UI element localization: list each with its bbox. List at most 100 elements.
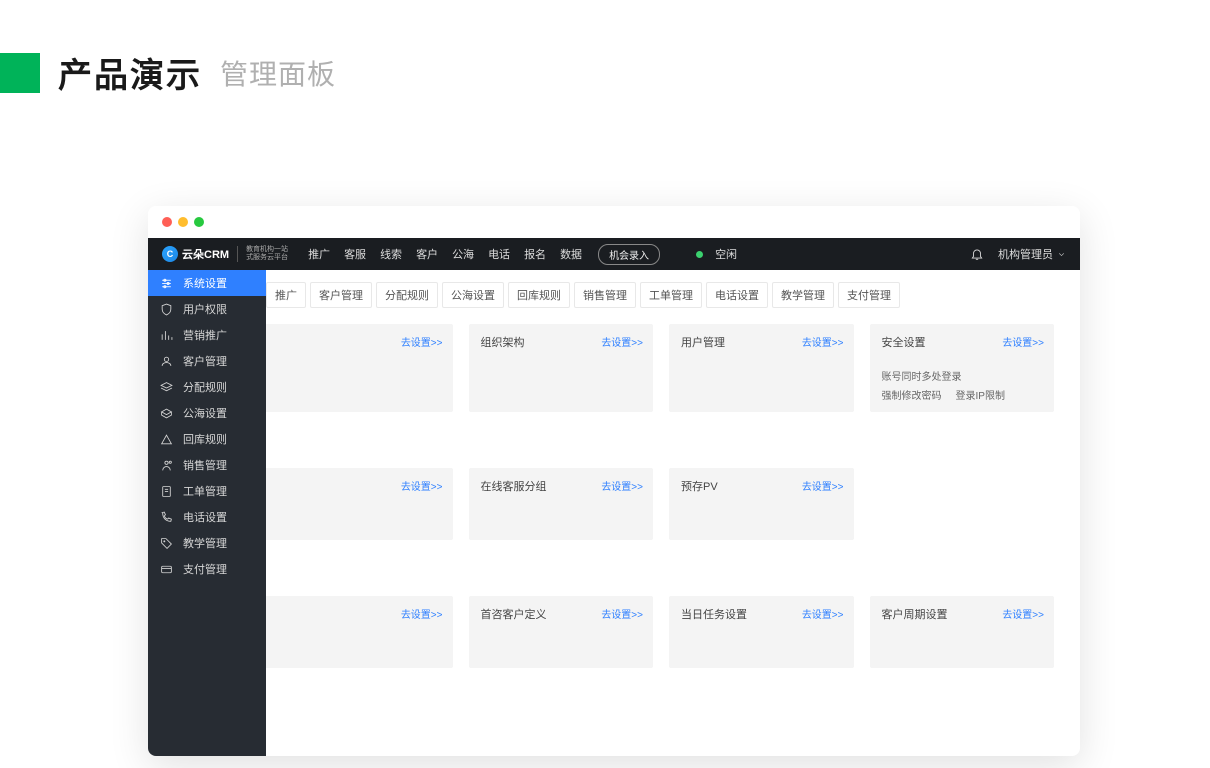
topnav-right: 机构管理员 — [970, 246, 1066, 262]
layers-icon — [160, 381, 173, 394]
sidebar-item-return-rules[interactable]: 回库规则 — [148, 426, 266, 452]
tab-ticket-mgmt[interactable]: 工单管理 — [640, 282, 702, 308]
nav-link-promote[interactable]: 推广 — [308, 246, 330, 262]
chart-icon — [160, 329, 173, 342]
go-settings-link[interactable]: 去设置>> — [802, 606, 844, 621]
go-settings-link[interactable]: 去设置>> — [401, 334, 443, 349]
nav-link-customers[interactable]: 客户 — [416, 246, 438, 262]
card-sub-row: 强制修改密码 登录IP限制 — [882, 387, 1043, 402]
sidebar-item-label: 公海设置 — [183, 405, 227, 421]
settings-card-online-group[interactable]: 在线客服分组 去设置>> — [469, 468, 654, 540]
settings-card-first-consult-def[interactable]: 首咨客户定义 去设置>> — [469, 596, 654, 668]
nav-link-phone[interactable]: 电话 — [488, 246, 510, 262]
admin-role-menu[interactable]: 机构管理员 — [998, 246, 1066, 262]
sidebar-item-user-permissions[interactable]: 用户权限 — [148, 296, 266, 322]
go-settings-link[interactable]: 去设置>> — [802, 478, 844, 493]
shield-icon — [160, 303, 173, 316]
sidebar-item-system-settings[interactable]: 系统设置 — [148, 270, 266, 296]
sidebar-item-label: 支付管理 — [183, 561, 227, 577]
logo-divider — [237, 246, 238, 262]
sidebar-item-phone-settings[interactable]: 电话设置 — [148, 504, 266, 530]
maximize-icon[interactable] — [194, 217, 204, 227]
sidebar-item-label: 客户管理 — [183, 353, 227, 369]
window-traffic-lights — [148, 206, 1080, 238]
page-title-bar: 产品演示 管理面板 — [0, 48, 1210, 97]
app-body: 系统设置 用户权限 营销推广 客户管理 分配规则 公海设置 — [148, 270, 1080, 756]
status-dot-icon — [696, 251, 703, 258]
tab-pool-settings[interactable]: 公海设置 — [442, 282, 504, 308]
card-title: 组织架构 — [481, 337, 525, 349]
triangle-icon — [160, 433, 173, 446]
tab-return-rules[interactable]: 回库规则 — [508, 282, 570, 308]
file-icon — [160, 485, 173, 498]
content-area: 推广 客户管理 分配规则 公海设置 回库规则 销售管理 工单管理 电话设置 教学… — [148, 270, 1080, 756]
nav-link-data[interactable]: 数据 — [560, 246, 582, 262]
tab-promote[interactable]: 推广 — [266, 282, 306, 308]
card-title: 安全设置 — [882, 337, 926, 349]
card-title: 当日任务设置 — [681, 609, 747, 621]
go-settings-link[interactable]: 去设置>> — [601, 606, 643, 621]
go-settings-link[interactable]: 去设置>> — [401, 478, 443, 493]
card-title: 用户管理 — [681, 337, 725, 349]
sidebar-item-ticket-mgmt[interactable]: 工单管理 — [148, 478, 266, 504]
card-row: 去设置>> 组织架构 去设置>> 用户管理 去设置>> 安全设置 去设置>> — [266, 324, 1068, 412]
accent-block — [0, 53, 40, 93]
nav-link-pool[interactable]: 公海 — [452, 246, 474, 262]
tab-teaching-mgmt[interactable]: 教学管理 — [772, 282, 834, 308]
app-window: C 云朵CRM 教育机构一站 式服务云平台 推广 客服 线索 客户 公海 电话 … — [148, 206, 1080, 756]
card-title: 预存PV — [681, 481, 718, 493]
nav-links: 推广 客服 线索 客户 公海 电话 报名 数据 — [308, 246, 582, 262]
go-settings-link[interactable]: 去设置>> — [1002, 334, 1044, 349]
go-settings-link[interactable]: 去设置>> — [401, 606, 443, 621]
bell-icon[interactable] — [970, 247, 984, 261]
sidebar-item-marketing[interactable]: 营销推广 — [148, 322, 266, 348]
settings-card-customer-cycle[interactable]: 客户周期设置 去设置>> — [870, 596, 1055, 668]
settings-card-user-mgmt[interactable]: 用户管理 去设置>> — [669, 324, 854, 412]
sidebar-item-assign-rules[interactable]: 分配规则 — [148, 374, 266, 400]
go-settings-link[interactable]: 去设置>> — [601, 334, 643, 349]
tab-phone-settings[interactable]: 电话设置 — [706, 282, 768, 308]
sidebar-item-payment-mgmt[interactable]: 支付管理 — [148, 556, 266, 582]
page-title-secondary: 管理面板 — [220, 53, 336, 93]
card-title: 客户周期设置 — [882, 609, 948, 621]
tab-sales-mgmt[interactable]: 销售管理 — [574, 282, 636, 308]
tabs-row: 推广 客户管理 分配规则 公海设置 回库规则 销售管理 工单管理 电话设置 教学… — [148, 282, 1080, 308]
settings-card-daily-task[interactable]: 当日任务设置 去设置>> — [669, 596, 854, 668]
go-settings-link[interactable]: 去设置>> — [802, 334, 844, 349]
box-icon — [160, 407, 173, 420]
sidebar-item-teaching-mgmt[interactable]: 教学管理 — [148, 530, 266, 556]
sidebar-item-pool-settings[interactable]: 公海设置 — [148, 400, 266, 426]
close-icon[interactable] — [162, 217, 172, 227]
nav-link-service[interactable]: 客服 — [344, 246, 366, 262]
card-sub-item[interactable]: 账号同时多处登录 — [882, 368, 962, 383]
phone-icon — [160, 511, 173, 524]
card-sub-item[interactable]: 登录IP限制 — [956, 387, 1005, 402]
sliders-icon — [160, 277, 173, 290]
record-opportunity-button[interactable]: 机会录入 — [598, 244, 660, 265]
logo-text: 云朵CRM — [182, 246, 229, 262]
settings-card-security[interactable]: 安全设置 去设置>> 账号同时多处登录 强制修改密码 登录IP限制 — [870, 324, 1055, 412]
card-title: 首咨客户定义 — [481, 609, 547, 621]
tab-assign-rules[interactable]: 分配规则 — [376, 282, 438, 308]
tab-payment-mgmt[interactable]: 支付管理 — [838, 282, 900, 308]
minimize-icon[interactable] — [178, 217, 188, 227]
card-sub-item[interactable]: 强制修改密码 — [882, 387, 942, 402]
go-settings-link[interactable]: 去设置>> — [1002, 606, 1044, 621]
go-settings-link[interactable]: 去设置>> — [601, 478, 643, 493]
tab-customer-mgmt[interactable]: 客户管理 — [310, 282, 372, 308]
card-sub-row: 账号同时多处登录 — [882, 368, 1043, 383]
sidebar-item-customer-mgmt[interactable]: 客户管理 — [148, 348, 266, 374]
card-row: 去设置>> 首咨客户定义 去设置>> 当日任务设置 去设置>> 客户周期设置 去… — [266, 596, 1068, 668]
nav-link-signup[interactable]: 报名 — [524, 246, 546, 262]
nav-link-leads[interactable]: 线索 — [380, 246, 402, 262]
settings-card-org-structure[interactable]: 组织架构 去设置>> — [469, 324, 654, 412]
sidebar: 系统设置 用户权限 营销推广 客户管理 分配规则 公海设置 — [148, 270, 266, 756]
sidebar-item-label: 工单管理 — [183, 483, 227, 499]
settings-card-prestore-pv[interactable]: 预存PV 去设置>> — [669, 468, 854, 540]
card-icon — [160, 563, 173, 576]
user-icon — [160, 355, 173, 368]
top-nav: C 云朵CRM 教育机构一站 式服务云平台 推广 客服 线索 客户 公海 电话 … — [148, 238, 1080, 270]
logo[interactable]: C 云朵CRM 教育机构一站 式服务云平台 — [162, 246, 288, 262]
sidebar-item-label: 销售管理 — [183, 457, 227, 473]
sidebar-item-sales-mgmt[interactable]: 销售管理 — [148, 452, 266, 478]
